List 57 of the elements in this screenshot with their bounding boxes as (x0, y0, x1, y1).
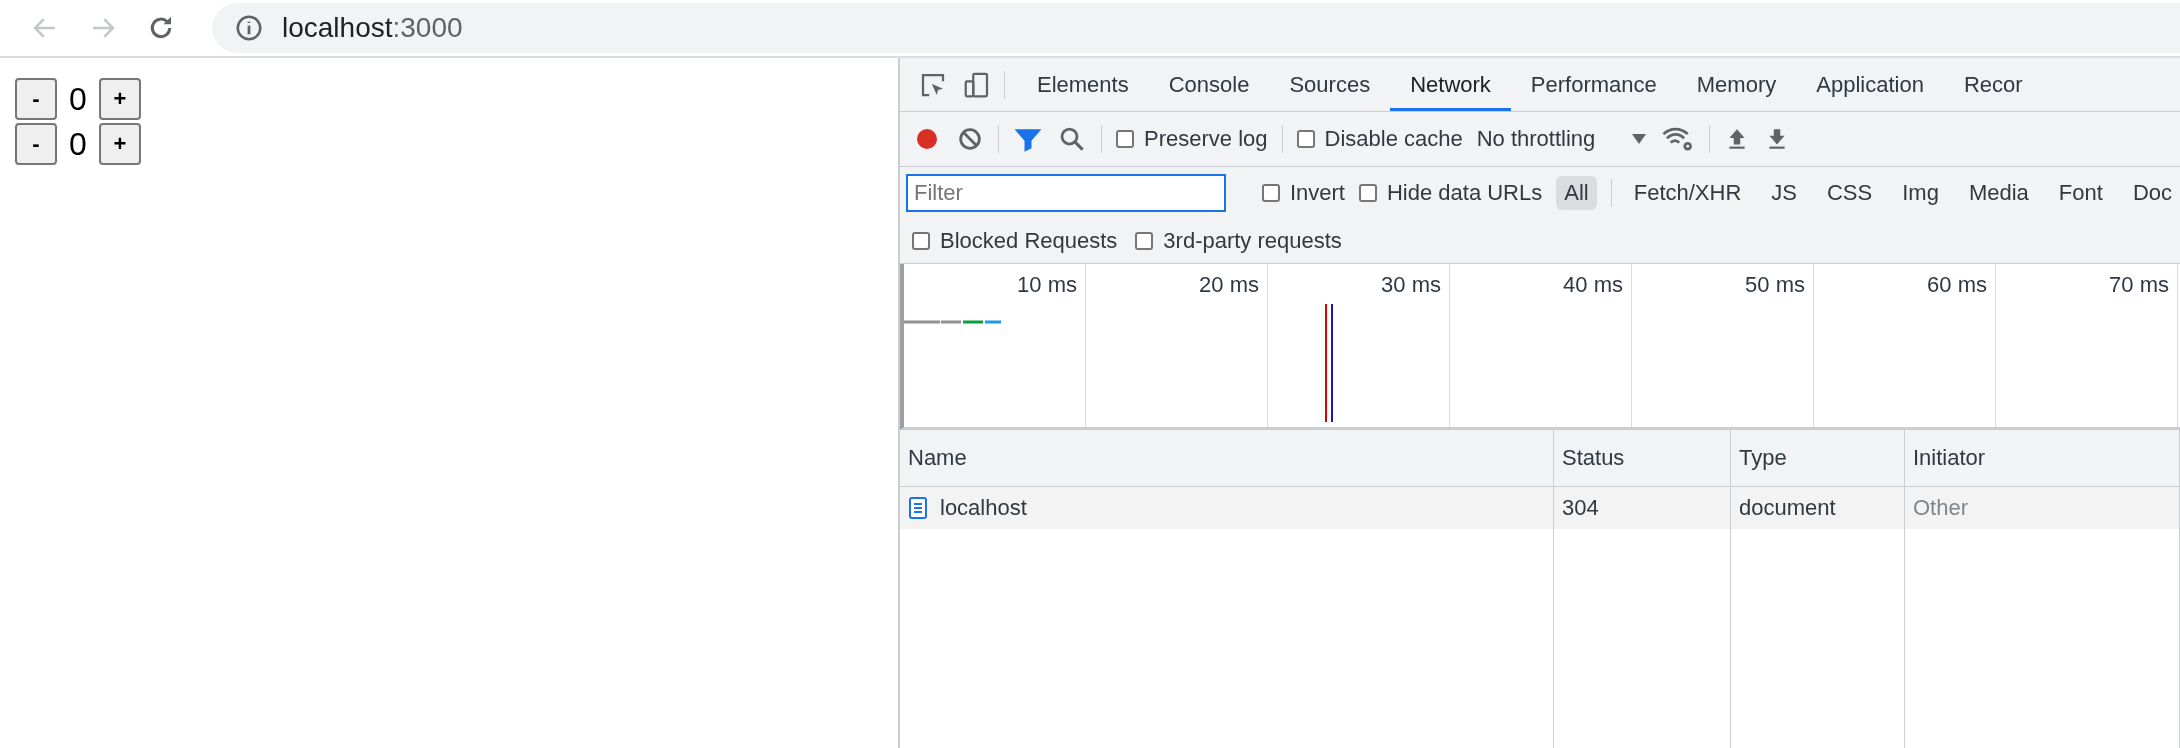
devtools-tab[interactable]: Recor (1943, 58, 2043, 111)
timeline-tick-label: 50 ms (1745, 272, 1805, 297)
url-host: localhost (282, 12, 393, 44)
devtools-tab[interactable]: Performance (1510, 58, 1677, 111)
document-icon (908, 496, 928, 520)
timeline-tick-label: 10 ms (1017, 272, 1077, 297)
counter-value: 0 (68, 125, 88, 163)
timeline-tick-label: 40 ms (1563, 272, 1623, 297)
checkbox[interactable] (1358, 184, 1377, 202)
resource-type-filter[interactable]: All (1556, 176, 1597, 210)
increment-button[interactable]: + (99, 123, 141, 165)
checkbox[interactable] (1261, 184, 1280, 202)
decrement-button[interactable]: - (15, 78, 57, 120)
resource-type-filter[interactable]: Font (2050, 176, 2111, 210)
devtools-tab[interactable]: Application (1796, 58, 1944, 111)
invert-label: Invert (1289, 180, 1345, 206)
resource-type-filter[interactable]: Fetch/XHR (1625, 176, 1750, 210)
timeline-tick-label: 30 ms (1381, 272, 1441, 297)
timeline-tick-label: 20 ms (1199, 272, 1259, 297)
dropdown-triangle-icon (1631, 133, 1648, 145)
request-name[interactable]: localhost (940, 495, 1027, 521)
timeline-tick-label: 70 ms (2109, 272, 2169, 297)
devtools-tab[interactable]: Memory (1676, 58, 1797, 111)
timeline-tick-label: 60 ms (1927, 272, 1987, 297)
third-party-requests-label: 3rd-party requests (1163, 228, 1342, 254)
counter-value: 0 (68, 80, 88, 118)
initiator-cell: Other (1905, 487, 2180, 529)
info-icon[interactable] (234, 13, 264, 43)
throttling-dropdown[interactable]: No throttling (1476, 126, 1648, 152)
checkbox[interactable] (1116, 130, 1134, 148)
resource-type-filter[interactable]: JS (1763, 176, 1805, 210)
url-port: :3000 (392, 12, 463, 44)
blocked-requests-label: Blocked Requests (940, 228, 1118, 254)
address-bar[interactable]: localhost:3000 (212, 3, 2180, 53)
column-header[interactable]: Type (1731, 430, 1905, 486)
column-header[interactable]: Name (900, 430, 1554, 486)
type-cell: document (1731, 487, 1905, 529)
resource-type-filter[interactable]: Doc (2124, 176, 2180, 210)
devtools-tab[interactable]: Sources (1269, 58, 1391, 111)
decrement-button[interactable]: - (15, 123, 57, 165)
filter-input[interactable]: Filter (906, 174, 1227, 212)
resource-type-filter[interactable]: Media (1960, 176, 2037, 210)
hide-data-urls-label: Hide data URLs (1386, 180, 1543, 206)
checkbox[interactable] (1296, 130, 1315, 148)
resource-type-filter[interactable]: Img (1894, 176, 1947, 210)
devtools-tab[interactable]: Console (1148, 58, 1270, 111)
checkbox[interactable] (912, 232, 930, 250)
column-header[interactable]: Initiator (1905, 430, 2180, 486)
column-header[interactable]: Status (1554, 430, 1731, 486)
resource-type-filter[interactable]: CSS (1819, 176, 1881, 210)
preserve-log-label: Preserve log (1144, 126, 1268, 152)
devtools-tab[interactable]: Elements (1017, 58, 1149, 111)
status-cell: 304 (1554, 487, 1731, 529)
disable-cache-label: Disable cache (1324, 126, 1463, 152)
checkbox[interactable] (1135, 232, 1154, 250)
increment-button[interactable]: + (99, 78, 141, 120)
clear-icon[interactable] (956, 125, 984, 153)
